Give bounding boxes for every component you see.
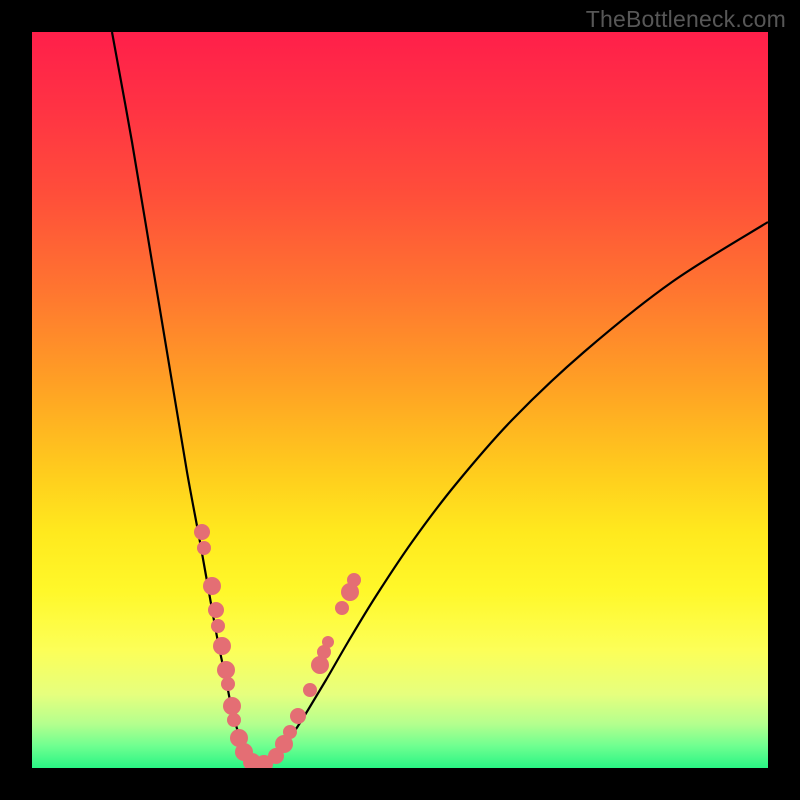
highlight-dot [217, 661, 235, 679]
highlight-dot [311, 656, 329, 674]
bottleneck-curve-svg [32, 32, 768, 768]
bottleneck-curve [112, 32, 768, 767]
plot-area [32, 32, 768, 768]
highlight-dot [203, 577, 221, 595]
highlight-dot [335, 601, 349, 615]
highlight-dot [213, 637, 231, 655]
highlight-dot [194, 524, 210, 540]
highlight-dot [221, 677, 235, 691]
highlight-dot [290, 708, 306, 724]
highlight-dot [227, 713, 241, 727]
highlight-dot [347, 573, 361, 587]
highlight-dot [208, 602, 224, 618]
highlight-dot [211, 619, 225, 633]
highlight-dot [322, 636, 334, 648]
highlight-dot [223, 697, 241, 715]
highlight-dot [197, 541, 211, 555]
watermark-text: TheBottleneck.com [586, 6, 786, 33]
highlight-dot [303, 683, 317, 697]
highlight-dot [283, 725, 297, 739]
highlight-dots-group [194, 524, 361, 768]
chart-frame: TheBottleneck.com [0, 0, 800, 800]
